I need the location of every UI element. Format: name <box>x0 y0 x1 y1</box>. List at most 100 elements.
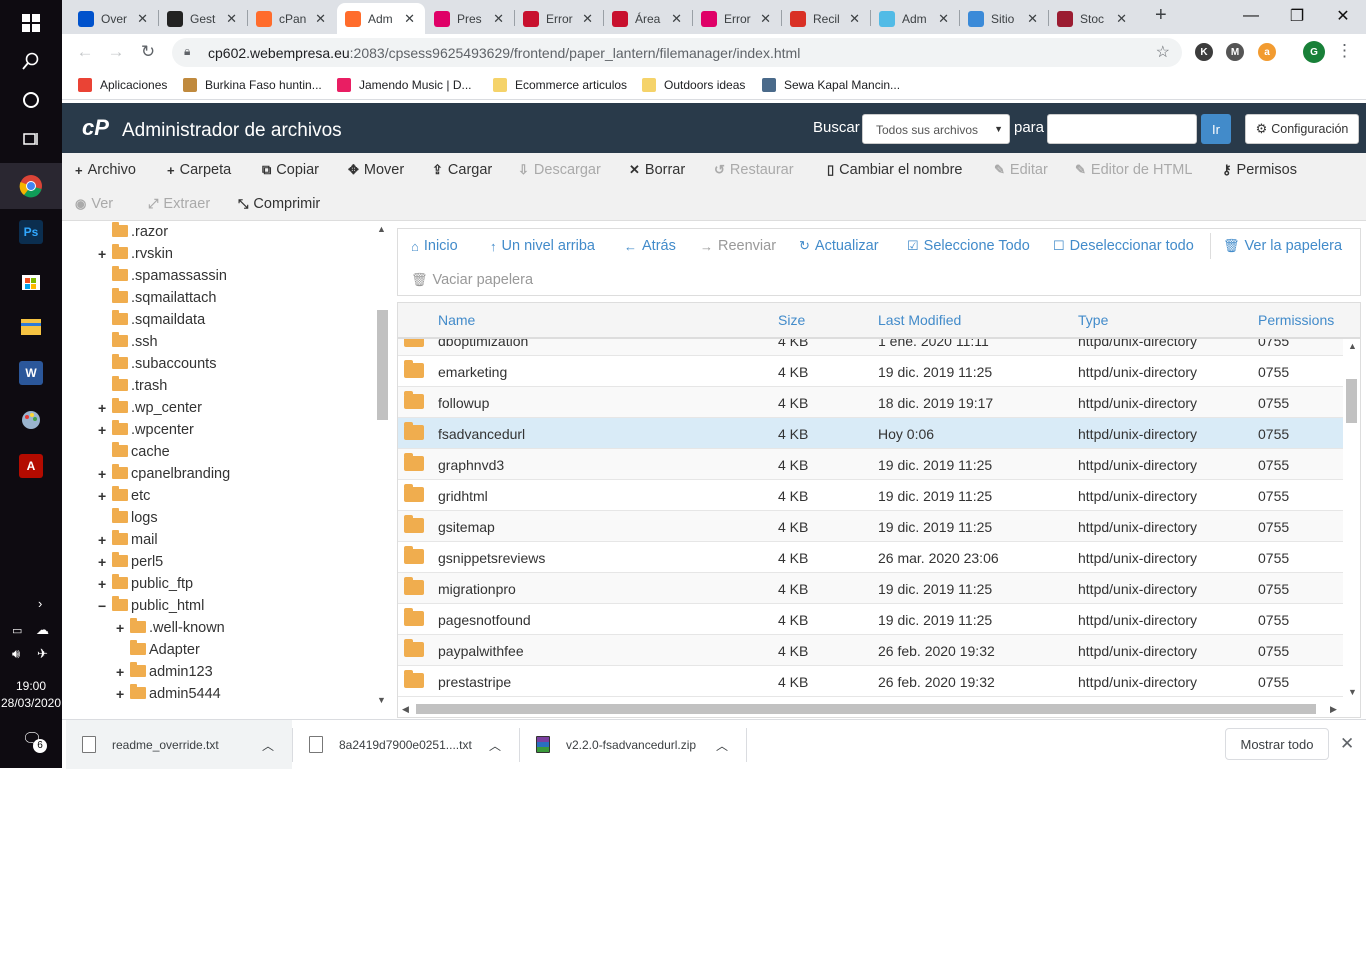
table-row[interactable]: fsadvancedurl 4 KB Hoy 0:06 httpd/unix-dire… <box>398 418 1343 449</box>
tree-node[interactable]: + admin5444 <box>116 683 221 705</box>
tree-node[interactable]: .spamassassin <box>98 265 227 287</box>
html-editor-button[interactable]: ✎ Editor de HTML <box>1075 160 1192 180</box>
browser-tab[interactable]: Adm ✕ <box>337 3 425 34</box>
browser-tab[interactable]: Gest ✕ <box>159 3 247 34</box>
up-one-level-button[interactable]: ↑ Un nivel arriba <box>490 236 595 256</box>
table-row[interactable]: emarketing 4 KB 19 dic. 2019 11:25 httpd/un… <box>398 356 1343 387</box>
forward-button[interactable]: → Reenviar <box>700 236 776 256</box>
extension-icon[interactable]: G <box>1303 41 1325 63</box>
tree-node[interactable]: + .rvskin <box>98 243 173 265</box>
scroll-down-arrow-icon[interactable]: ▼ <box>1348 687 1357 697</box>
battery-icon[interactable]: ▭ <box>12 624 22 637</box>
address-bar[interactable]: 🔒︎ cp602.webempresa.eu:2083/cpsess962549… <box>172 38 1182 67</box>
restore-button[interactable]: ↺ Restaurar <box>714 160 794 180</box>
onedrive-cloud-icon[interactable]: ☁ <box>36 622 49 638</box>
home-button[interactable]: ⌂ Inicio <box>411 236 458 256</box>
reload-button[interactable]: ↻ <box>137 41 159 63</box>
chevron-up-icon[interactable]: ︿ <box>489 737 501 754</box>
close-icon[interactable]: ✕ <box>1340 734 1354 754</box>
new-file-button[interactable]: + Archivo <box>75 160 136 180</box>
table-row[interactable]: gsitemap 4 KB 19 dic. 2019 11:25 httpd/unix… <box>398 511 1343 542</box>
browser-tab[interactable]: Adm ✕ <box>871 3 959 34</box>
taskbar-photoshop[interactable]: Ps <box>0 209 62 255</box>
download-button[interactable]: ⇩ Descargar <box>518 160 601 180</box>
tree-scroll-thumb[interactable] <box>377 310 388 420</box>
close-icon[interactable]: ✕ <box>1116 11 1127 27</box>
maximize-icon[interactable]: ❐ <box>1274 0 1320 32</box>
tree-node[interactable]: + .well-known <box>116 617 225 639</box>
scroll-down-arrow-icon[interactable]: ▼ <box>377 695 386 705</box>
expand-plus-icon[interactable]: + <box>116 664 128 680</box>
table-row[interactable]: gsnippetsreviews 4 KB 26 mar. 2020 23:06 ht… <box>398 542 1343 573</box>
tree-node[interactable]: + public_ftp <box>98 573 193 595</box>
last-modified-column-header[interactable]: Last Modified <box>878 312 961 328</box>
table-row[interactable]: prestastripe 4 KB 26 feb. 2020 19:32 httpd/… <box>398 666 1343 697</box>
chevron-up-icon[interactable]: ︿ <box>716 737 728 754</box>
close-icon[interactable]: ✕ <box>404 11 415 27</box>
search-input[interactable] <box>1047 114 1197 144</box>
taskbar-acrobat[interactable]: A <box>0 443 62 489</box>
file-list-horizontal-scrollbar[interactable]: ◀ ▶ <box>398 701 1360 717</box>
chevron-up-icon[interactable]: ︿ <box>262 737 274 754</box>
volume-icon[interactable]: 🔊︎ <box>12 646 20 662</box>
task-view-button[interactable] <box>0 116 62 162</box>
expand-plus-icon[interactable]: + <box>116 686 128 702</box>
taskbar-paint[interactable] <box>0 397 62 443</box>
scroll-left-arrow-icon[interactable]: ◀ <box>402 704 409 715</box>
download-item[interactable]: 8a2419d7900e0251....txt ︿ <box>309 720 519 769</box>
bookmark-item[interactable]: Sewa Kapal Mancin... <box>762 76 900 94</box>
back-button[interactable]: ← <box>74 41 96 63</box>
tree-node[interactable]: − public_html <box>98 595 204 617</box>
browser-tab[interactable]: Recil ✕ <box>782 3 870 34</box>
expand-plus-icon[interactable]: + <box>98 532 110 548</box>
select-all-button[interactable]: ☑ Seleccione Todo <box>907 236 1030 256</box>
vertical-scroll-thumb[interactable] <box>1346 379 1357 423</box>
type-column-header[interactable]: Type <box>1078 312 1108 328</box>
expand-plus-icon[interactable]: + <box>98 246 110 262</box>
close-window-icon[interactable]: ✕ <box>1320 0 1366 32</box>
extension-icon[interactable]: M <box>1226 43 1244 61</box>
extension-icon[interactable]: a <box>1258 43 1276 61</box>
table-row[interactable]: pagesnotfound 4 KB 19 dic. 2019 11:25 httpd… <box>398 604 1343 635</box>
horizontal-scroll-thumb[interactable] <box>416 704 1316 714</box>
view-button[interactable]: ◉ Ver <box>75 194 113 214</box>
collapse-minus-icon[interactable]: − <box>98 598 110 614</box>
browser-tab[interactable]: Over ✕ <box>70 3 158 34</box>
new-folder-button[interactable]: + Carpeta <box>167 160 231 180</box>
view-trash-button[interactable]: 🗑 Ver la papelera <box>1223 236 1342 256</box>
browser-tab[interactable]: Stoc ✕ <box>1049 3 1137 34</box>
close-icon[interactable]: ✕ <box>849 11 860 27</box>
close-icon[interactable]: ✕ <box>315 11 326 27</box>
expand-plus-icon[interactable]: + <box>98 554 110 570</box>
close-icon[interactable]: ✕ <box>226 11 237 27</box>
upload-button[interactable]: ⇪ Cargar <box>432 160 492 180</box>
close-icon[interactable]: ✕ <box>938 11 949 27</box>
delete-button[interactable]: ✕ Borrar <box>629 160 685 180</box>
table-row[interactable]: migrationpro 4 KB 19 dic. 2019 11:25 httpd/… <box>398 573 1343 604</box>
tree-node[interactable]: + .wp_center <box>98 397 202 419</box>
browser-tab[interactable]: Sitio ✕ <box>960 3 1048 34</box>
tree-node[interactable]: .razor <box>98 222 168 243</box>
tree-node[interactable]: + etc <box>98 485 150 507</box>
close-icon[interactable]: ✕ <box>493 11 504 27</box>
expand-plus-icon[interactable]: + <box>98 488 110 504</box>
edit-button[interactable]: ✎ Editar <box>994 160 1048 180</box>
empty-trash-button[interactable]: 🗑 Vaciar papelera <box>411 270 533 290</box>
download-item[interactable]: v2.2.0-fsadvancedurl.zip ︿ <box>536 720 746 769</box>
tree-node[interactable]: cache <box>98 441 170 463</box>
bookmark-item[interactable]: Outdoors ideas <box>642 76 745 94</box>
taskbar-clock[interactable]: 19:00 28/03/2020 <box>0 678 62 712</box>
cpanel-logo[interactable]: cP <box>82 115 109 141</box>
expand-plus-icon[interactable]: + <box>98 576 110 592</box>
new-tab-plus-icon[interactable]: + <box>1155 4 1167 27</box>
tree-node[interactable]: .subaccounts <box>98 353 216 375</box>
tree-node[interactable]: .sqmaildata <box>98 309 205 331</box>
download-item[interactable]: readme_override.txt ︿ <box>66 720 292 769</box>
close-icon[interactable]: ✕ <box>1027 11 1038 27</box>
bookmark-item[interactable]: Jamendo Music | D... <box>337 76 472 94</box>
bookmark-item[interactable]: Aplicaciones <box>78 76 167 94</box>
taskbar-store[interactable] <box>0 257 62 303</box>
bookmark-item[interactable]: Ecommerce articulos <box>493 76 627 94</box>
chrome-menu-icon[interactable]: ⋮ <box>1336 41 1353 61</box>
scroll-up-arrow-icon[interactable]: ▲ <box>1348 341 1357 351</box>
